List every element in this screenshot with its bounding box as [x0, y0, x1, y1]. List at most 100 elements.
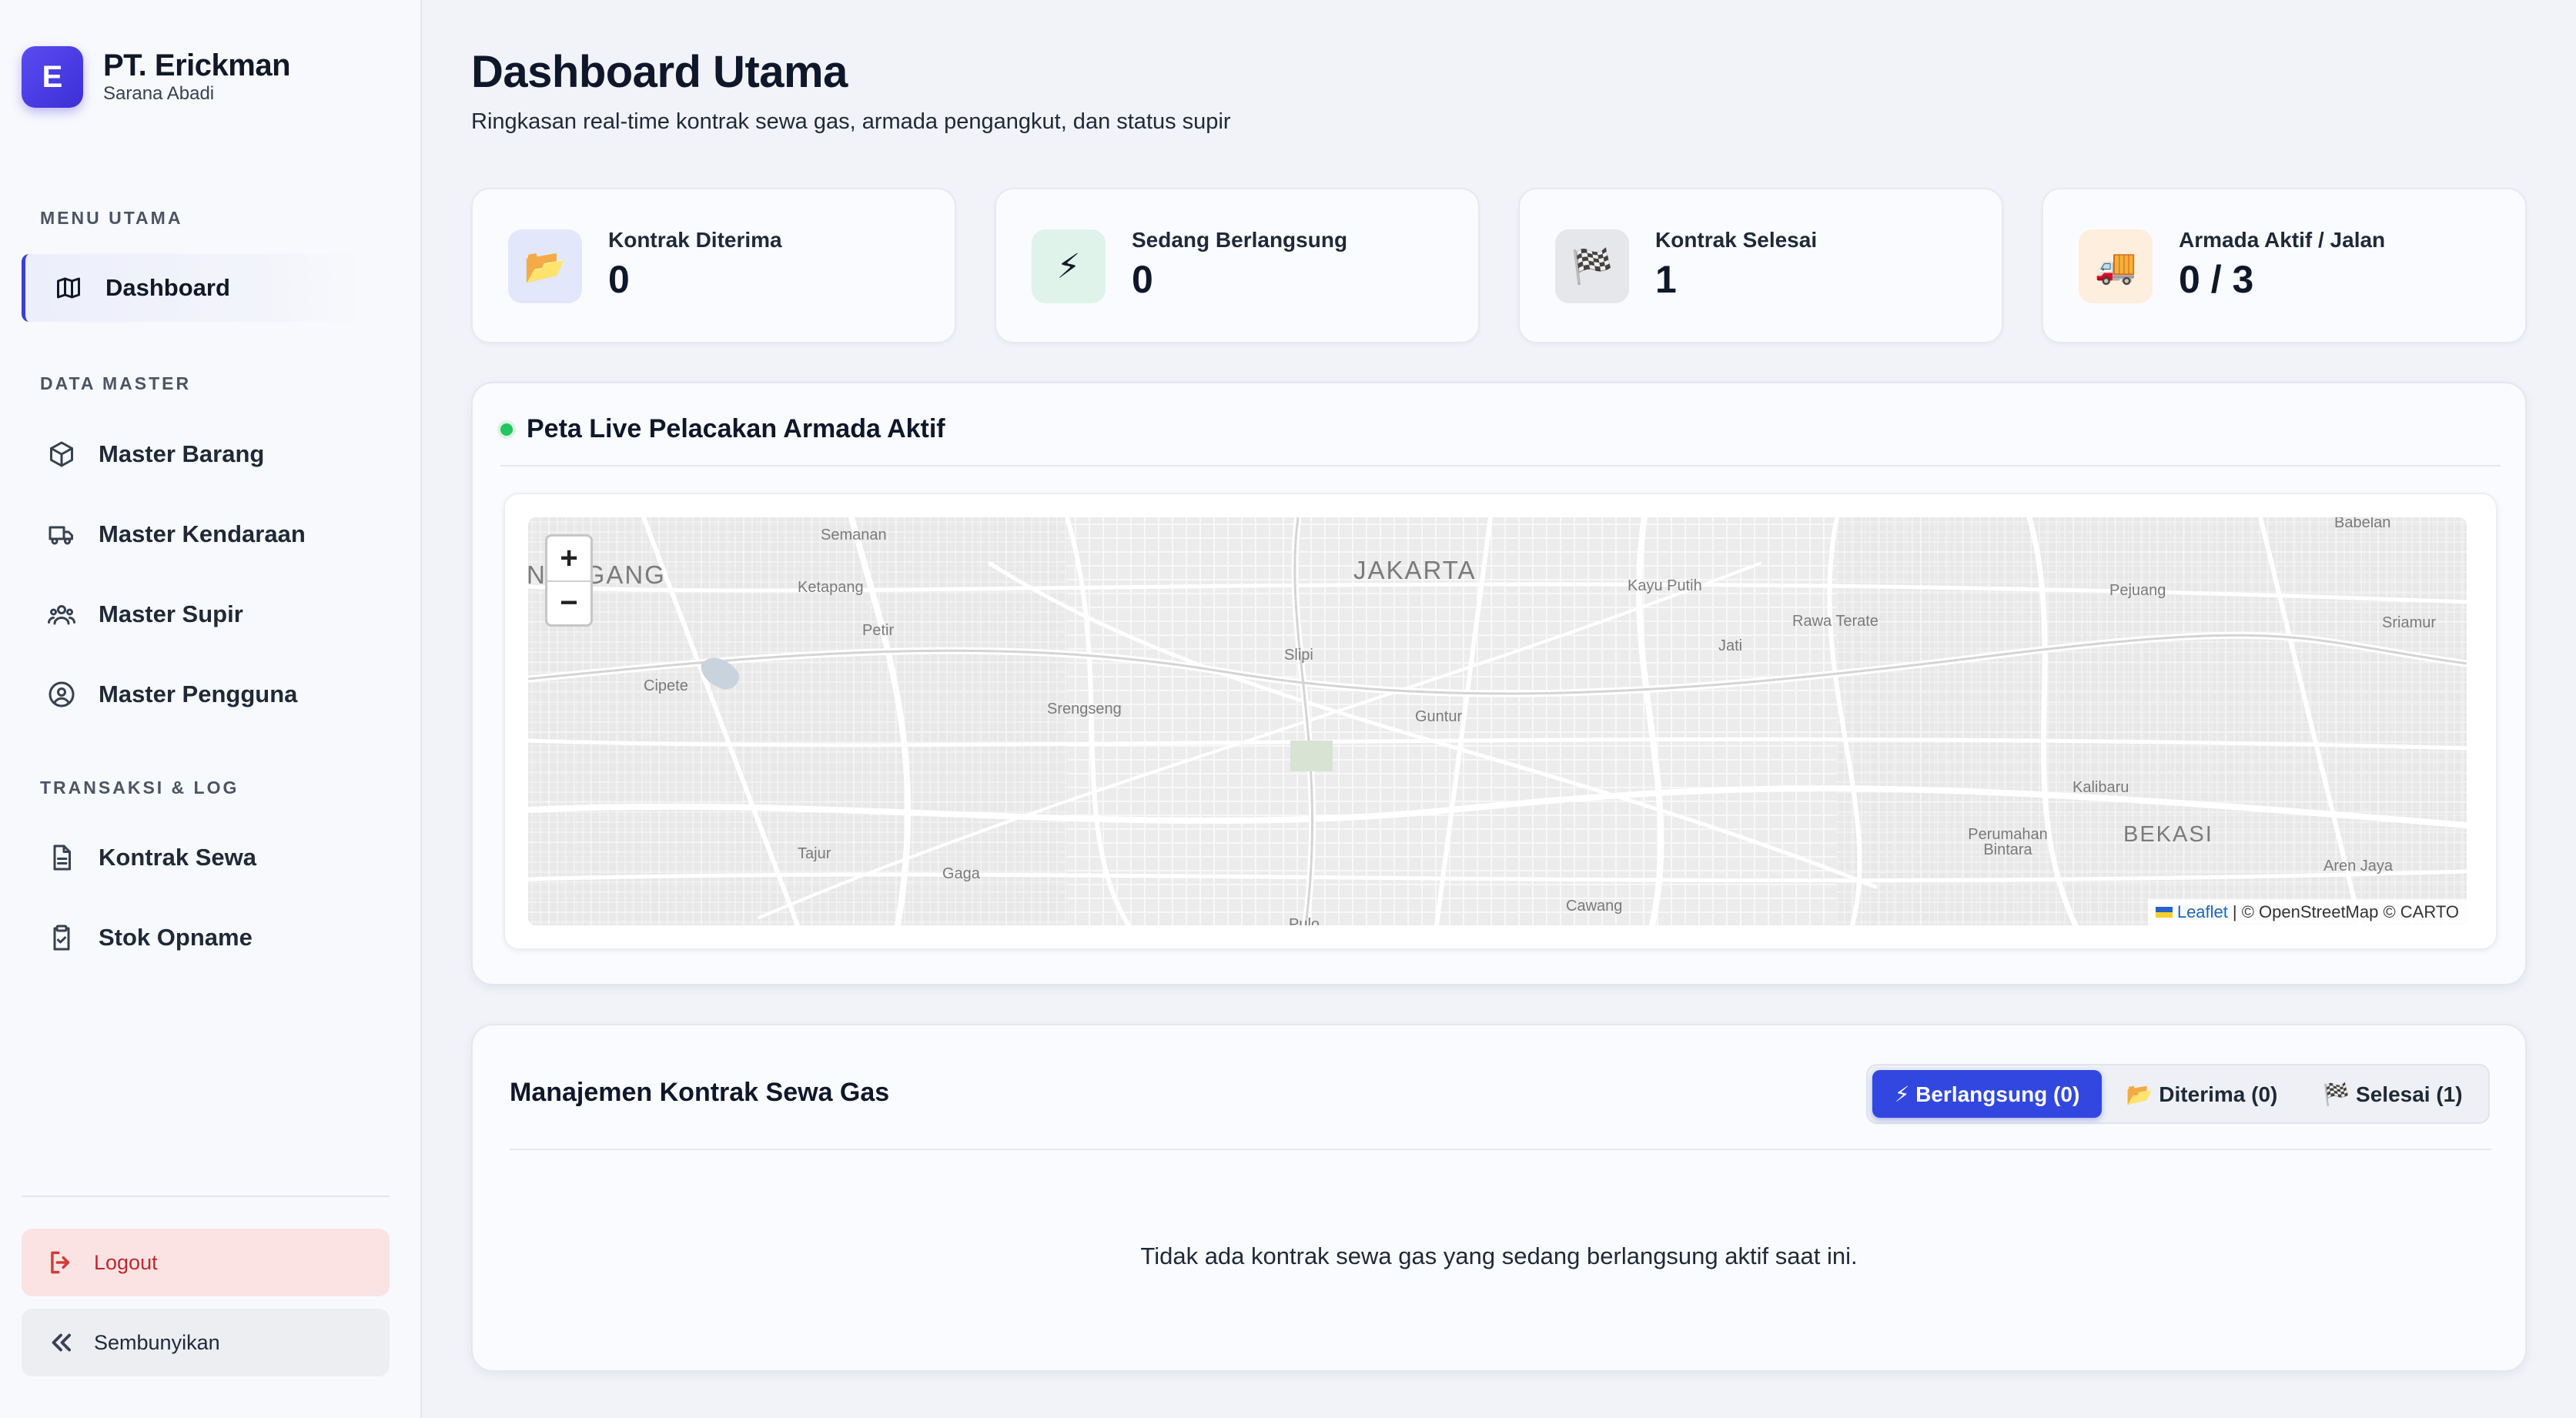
map-place-label: Tajur	[798, 845, 831, 862]
sidebar-divider	[22, 1196, 390, 1197]
logout-button[interactable]: Logout	[22, 1229, 390, 1296]
checkered-flag-icon: 🏁	[1555, 229, 1629, 303]
map-place-label: Sriamur	[2382, 614, 2437, 631]
map-place-label: Slipi	[1284, 647, 1313, 664]
double-chevron-left-icon	[52, 1333, 71, 1352]
brand-text: PT. Erickman Sarana Abadi	[103, 48, 291, 105]
zoom-control: + −	[545, 534, 593, 627]
stat-label: Kontrak Selesai	[1655, 228, 1818, 252]
brand-name: PT. Erickman	[103, 48, 291, 82]
nav-section-transaksi-log: TRANSAKSI & LOG	[40, 778, 239, 798]
nav-section-data-master: DATA MASTER	[40, 373, 192, 393]
sidebar-item-label: Kontrak Sewa	[99, 844, 257, 871]
map-place-label: Babelan	[2334, 517, 2391, 531]
page-subtitle: Ringkasan real-time kontrak sewa gas, ar…	[471, 109, 1231, 134]
map-place-label: Rawa Terate	[1792, 613, 1878, 630]
ukraine-flag-icon	[2155, 907, 2173, 918]
app-root: E PT. Erickman Sarana Abadi MENU UTAMA D…	[0, 0, 2576, 1418]
truck-icon: 🚚	[2079, 229, 2153, 303]
box-icon	[46, 439, 77, 470]
map-place-label: Cipete	[644, 677, 688, 694]
map-place-label: Guntur	[1415, 708, 1463, 725]
stat-value: 0	[608, 258, 630, 301]
truck-icon	[46, 519, 77, 550]
sidebar-item-master-kendaraan[interactable]: Master Kendaraan	[22, 500, 363, 568]
logout-label: Logout	[94, 1250, 158, 1274]
stat-value: 0	[1132, 258, 1153, 301]
sidebar-item-stok-opname[interactable]: Stok Opname	[22, 904, 363, 972]
sidebar-item-label: Master Barang	[99, 440, 265, 467]
sidebar-item-label: Dashboard	[105, 274, 230, 301]
sidebar-item-label: Stok Opname	[99, 924, 253, 951]
brand[interactable]: E PT. Erickman Sarana Abadi	[22, 46, 291, 108]
contract-panel-title: Manajemen Kontrak Sewa Gas	[510, 1078, 890, 1107]
contract-management-panel: Manajemen Kontrak Sewa Gas ⚡ Berlangsung…	[471, 1024, 2527, 1372]
map-place-label: Petir	[862, 622, 895, 639]
stat-label: Sedang Berlangsung	[1132, 228, 1348, 252]
nav-section-menu-utama: MENU UTAMA	[40, 208, 183, 228]
tab-berlangsung[interactable]: ⚡ Berlangsung (0)	[1872, 1070, 2102, 1118]
map-header-divider	[500, 465, 2501, 467]
map-attribution: Leaflet | © OpenStreetMap © CARTO	[2147, 899, 2467, 925]
brand-subtitle: Sarana Abadi	[103, 83, 215, 104]
hide-sidebar-button[interactable]: Sembunyikan	[22, 1309, 390, 1376]
map-icon	[53, 273, 84, 303]
brand-logo: E	[22, 46, 83, 108]
main-content: Dashboard Utama Ringkasan real-time kont…	[422, 0, 2576, 1418]
stat-value: 0 / 3	[2179, 258, 2254, 301]
stat-card-kontrak-selesai: 🏁 Kontrak Selesai 1	[1518, 188, 2003, 343]
lightning-icon: ⚡	[1032, 229, 1106, 303]
map-place-label: Aren Jaya	[2323, 858, 2394, 875]
map-place-label: Jati	[1718, 637, 1743, 654]
logout-icon	[51, 1251, 70, 1274]
map-place-label: Pejuang	[2109, 582, 2166, 599]
sidebar-item-kontrak-sewa[interactable]: Kontrak Sewa	[22, 824, 363, 891]
map-place-label: Cawang	[1566, 898, 1623, 915]
leaflet-link[interactable]: Leaflet	[2177, 902, 2228, 922]
stat-card-sedang-berlangsung: ⚡ Sedang Berlangsung 0	[995, 188, 1480, 343]
tab-selesai[interactable]: 🏁 Selesai (1)	[2302, 1070, 2484, 1118]
map-header: Peta Live Pelacakan Armada Aktif	[500, 414, 945, 444]
empty-state-message: Tidak ada kontrak sewa gas yang sedang b…	[1140, 1242, 1858, 1269]
map-place-label: Perumahan Bintara	[1968, 826, 2048, 858]
live-map[interactable]: Semanan NANGANG Ketapang Petir Cipete Sr…	[528, 517, 2467, 925]
clipboard-check-icon	[46, 922, 77, 953]
stat-card-kontrak-diterima: 📂 Kontrak Diterima 0	[471, 188, 956, 343]
stat-label: Armada Aktif / Jalan	[2179, 228, 2386, 252]
contract-status-tabs: ⚡ Berlangsung (0) 📂 Diterima (0) 🏁 Seles…	[1866, 1064, 2490, 1124]
map-place-label: Pulo	[1289, 916, 1320, 925]
map-city-label: BEKASI	[2123, 822, 2213, 847]
tab-diterima[interactable]: 📂 Diterima (0)	[2102, 1070, 2302, 1118]
zoom-in-button[interactable]: +	[547, 537, 590, 580]
sidebar-item-label: Master Kendaraan	[99, 520, 306, 547]
map-panel: Peta Live Pelacakan Armada Aktif Semanan…	[471, 382, 2527, 985]
map-place-label: Srengseng	[1047, 701, 1122, 717]
contract-panel-divider	[510, 1149, 2491, 1150]
map-title: Peta Live Pelacakan Armada Aktif	[527, 414, 945, 443]
attribution-text: | © OpenStreetMap © CARTO	[2232, 902, 2459, 921]
page-title: Dashboard Utama	[471, 47, 848, 97]
folder-icon: 📂	[508, 229, 582, 303]
sidebar-item-label: Master Pengguna	[99, 681, 298, 707]
map-frame: Semanan NANGANG Ketapang Petir Cipete Sr…	[503, 493, 2497, 950]
stat-label: Kontrak Diterima	[608, 228, 782, 252]
user-circle-icon	[46, 679, 77, 710]
map-place-label: Semanan	[821, 527, 887, 543]
map-place-label: Kalibaru	[2073, 779, 2129, 796]
stat-card-armada-aktif: 🚚 Armada Aktif / Jalan 0 / 3	[2042, 188, 2527, 343]
sidebar-item-dashboard[interactable]: Dashboard	[22, 254, 363, 322]
sidebar: E PT. Erickman Sarana Abadi MENU UTAMA D…	[0, 0, 422, 1418]
map-place-label: Kayu Putih	[1628, 577, 1702, 594]
users-icon	[46, 599, 77, 630]
document-icon	[46, 842, 77, 873]
stat-value: 1	[1655, 258, 1677, 301]
map-place-label: Gaga	[942, 865, 980, 882]
hide-sidebar-label: Sembunyikan	[94, 1330, 220, 1354]
sidebar-item-master-barang[interactable]: Master Barang	[22, 420, 363, 488]
sidebar-item-label: Master Supir	[99, 600, 243, 627]
sidebar-item-master-pengguna[interactable]: Master Pengguna	[22, 661, 363, 728]
live-indicator-dot	[500, 423, 513, 436]
zoom-out-button[interactable]: −	[547, 580, 590, 624]
map-city-label: JAKARTA	[1353, 556, 1477, 584]
sidebar-item-master-supir[interactable]: Master Supir	[22, 580, 363, 648]
